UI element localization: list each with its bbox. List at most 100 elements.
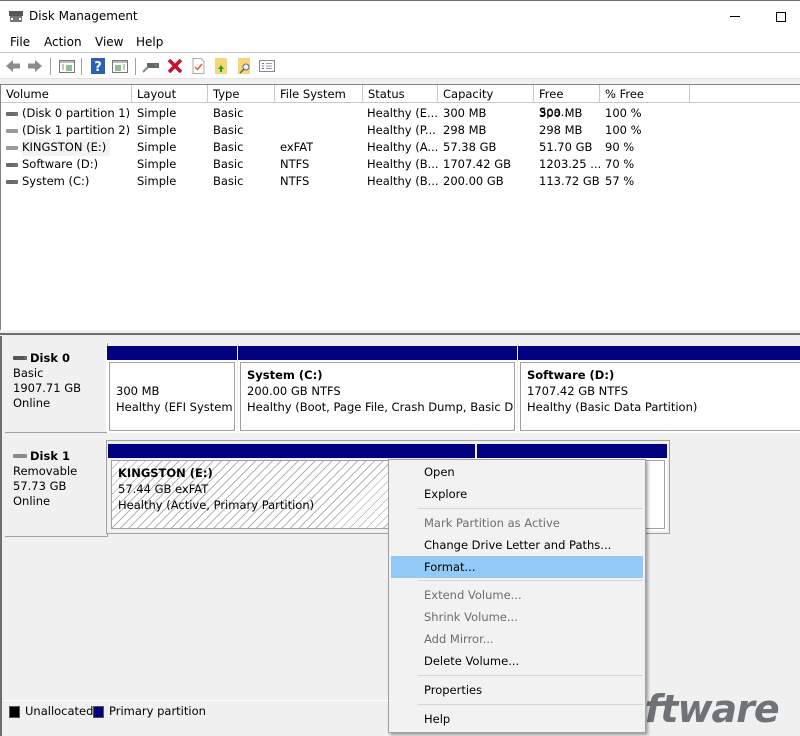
disk-0-label[interactable]: Disk 0 Basic 1907.71 GB Online [4,342,107,432]
primary-partition-bar [518,346,800,360]
disk-icon [13,454,27,458]
cell-status: Healthy (A... [367,140,439,154]
cell-capacity: 1707.42 GB [443,157,512,171]
cell-volume: KINGSTON (E:) [22,139,111,156]
connect-disk-icon[interactable] [142,57,160,75]
cell-percent-free: 70 % [605,157,635,171]
column-header-status[interactable]: Status [363,85,438,103]
legend-swatch-unallocated [9,706,20,718]
menu-item-extend-volume: Extend Volume... [424,588,522,602]
table-row[interactable]: KINGSTON (E:) Simple Basic exFAT Healthy… [1,139,800,156]
legend-swatch-primary [93,706,104,718]
disk-1-state: Online [13,494,51,508]
partition-system-c[interactable]: System (C:) 200.00 GB NTFS Healthy (Boot… [238,346,517,433]
menu-separator [418,675,643,676]
volume-list-header: Volume Layout Type File System Status Ca… [1,85,800,119]
partition-disk0-efi[interactable]: 300 MB Healthy (EFI System P [107,346,237,433]
partition-body: Software (D:) 1707.42 GB NTFS Healthy (B… [520,362,800,431]
folder-search-icon[interactable] [235,57,253,75]
menu-help[interactable]: Help [136,35,163,49]
delete-icon[interactable] [166,57,184,75]
help-icon[interactable]: ? [89,57,107,75]
cell-percent-free: 100 % [605,106,642,120]
menu-item-open[interactable]: Open [391,461,643,483]
column-header-volume[interactable]: Volume [1,85,132,103]
menu-item-help[interactable]: Help [391,708,643,730]
show-hide-action-pane-icon[interactable] [111,57,129,75]
menu-item-change-drive-letter[interactable]: Change Drive Letter and Paths... [391,534,643,556]
title-bar: Disk Management [0,0,800,32]
context-menu: Open Explore Mark Partition as Active Ch… [388,459,646,733]
svg-text:?: ? [94,60,102,75]
partition-size: 200.00 GB NTFS [247,384,341,398]
disk-1-label[interactable]: Disk 1 Removable 57.73 GB Online [4,440,107,536]
menu-item-mark-active: Mark Partition as Active [424,516,560,530]
toolbar: ? [0,53,800,79]
menu-separator [418,580,643,581]
forward-icon[interactable] [26,57,44,75]
maximize-icon [776,11,786,22]
legend-label-primary: Primary partition [109,704,206,718]
maximize-button[interactable] [758,1,800,32]
table-row[interactable]: (Disk 0 partition 1) Simple Basic Health… [1,105,800,122]
disk-0-size: 1907.71 GB [13,381,82,395]
table-row[interactable]: (Disk 1 partition 2) Simple Basic Health… [1,122,800,139]
cell-layout: Simple [137,123,177,137]
window-title: Disk Management [29,9,138,23]
table-row[interactable]: Software (D:) Simple Basic NTFS Healthy … [1,156,800,173]
cell-volume: Software (D:) [22,157,99,171]
cell-percent-free: 100 % [605,123,642,137]
partition-software-d[interactable]: Software (D:) 1707.42 GB NTFS Healthy (B… [518,346,800,433]
table-row[interactable]: System (C:) Simple Basic NTFS Healthy (B… [1,173,800,190]
cell-type: Basic [213,123,244,137]
partition-body: System (C:) 200.00 GB NTFS Healthy (Boot… [240,362,515,431]
cell-status: Healthy (E... [367,106,438,120]
back-icon[interactable] [4,57,22,75]
primary-partition-bar [108,444,475,458]
column-header-percent-free[interactable]: % Free [600,85,690,103]
cell-type: Basic [213,157,244,171]
cell-capacity: 298 MB [443,123,487,137]
cell-type: Basic [213,140,244,154]
menu-view[interactable]: View [95,35,123,49]
column-header-capacity[interactable]: Capacity [438,85,534,103]
partition-status: Healthy (EFI System P [116,400,235,414]
menu-item-delete-volume[interactable]: Delete Volume... [391,650,643,672]
toolbar-separator [50,58,51,75]
cell-percent-free: 57 % [605,174,635,188]
menu-file[interactable]: File [10,35,30,49]
column-header-free-space[interactable]: Free Spa... [534,85,600,119]
disk-1-type: Removable [13,464,78,478]
cell-layout: Simple [137,157,177,171]
menu-action[interactable]: Action [44,35,82,49]
cell-layout: Simple [137,174,177,188]
column-header-type[interactable]: Type [208,85,275,103]
menu-item-shrink-volume: Shrink Volume... [424,610,518,624]
partition-name: System (C:) [247,368,323,382]
volume-list: Volume Layout Type File System Status Ca… [0,84,800,330]
column-header-file-system[interactable]: File System [275,85,363,103]
show-hide-console-tree-icon[interactable] [58,57,76,75]
cell-free-space: 1203.25 ... [539,157,602,171]
volume-icon [6,112,18,116]
partition-name [116,367,234,383]
menu-separator [418,508,643,509]
properties-list-icon[interactable] [258,57,276,75]
pane-splitter[interactable] [0,330,800,335]
folder-up-icon[interactable] [212,57,230,75]
column-header-layout[interactable]: Layout [132,85,208,103]
menu-separator [418,704,643,705]
partition-size: 300 MB [116,384,160,398]
cell-volume: System (C:) [22,174,90,188]
minimize-icon [730,16,740,17]
menu-item-properties[interactable]: Properties [391,679,643,701]
disk-1-name: Disk 1 [13,449,106,464]
menu-item-explore[interactable]: Explore [391,483,643,505]
toolbar-separator [81,58,82,75]
disk-management-icon [9,11,23,22]
partition-name: Software (D:) [527,368,615,382]
cell-file-system: NTFS [280,157,310,171]
check-icon[interactable] [189,57,207,75]
minimize-button[interactable] [712,1,758,32]
menu-item-format[interactable]: Format... [391,556,643,578]
